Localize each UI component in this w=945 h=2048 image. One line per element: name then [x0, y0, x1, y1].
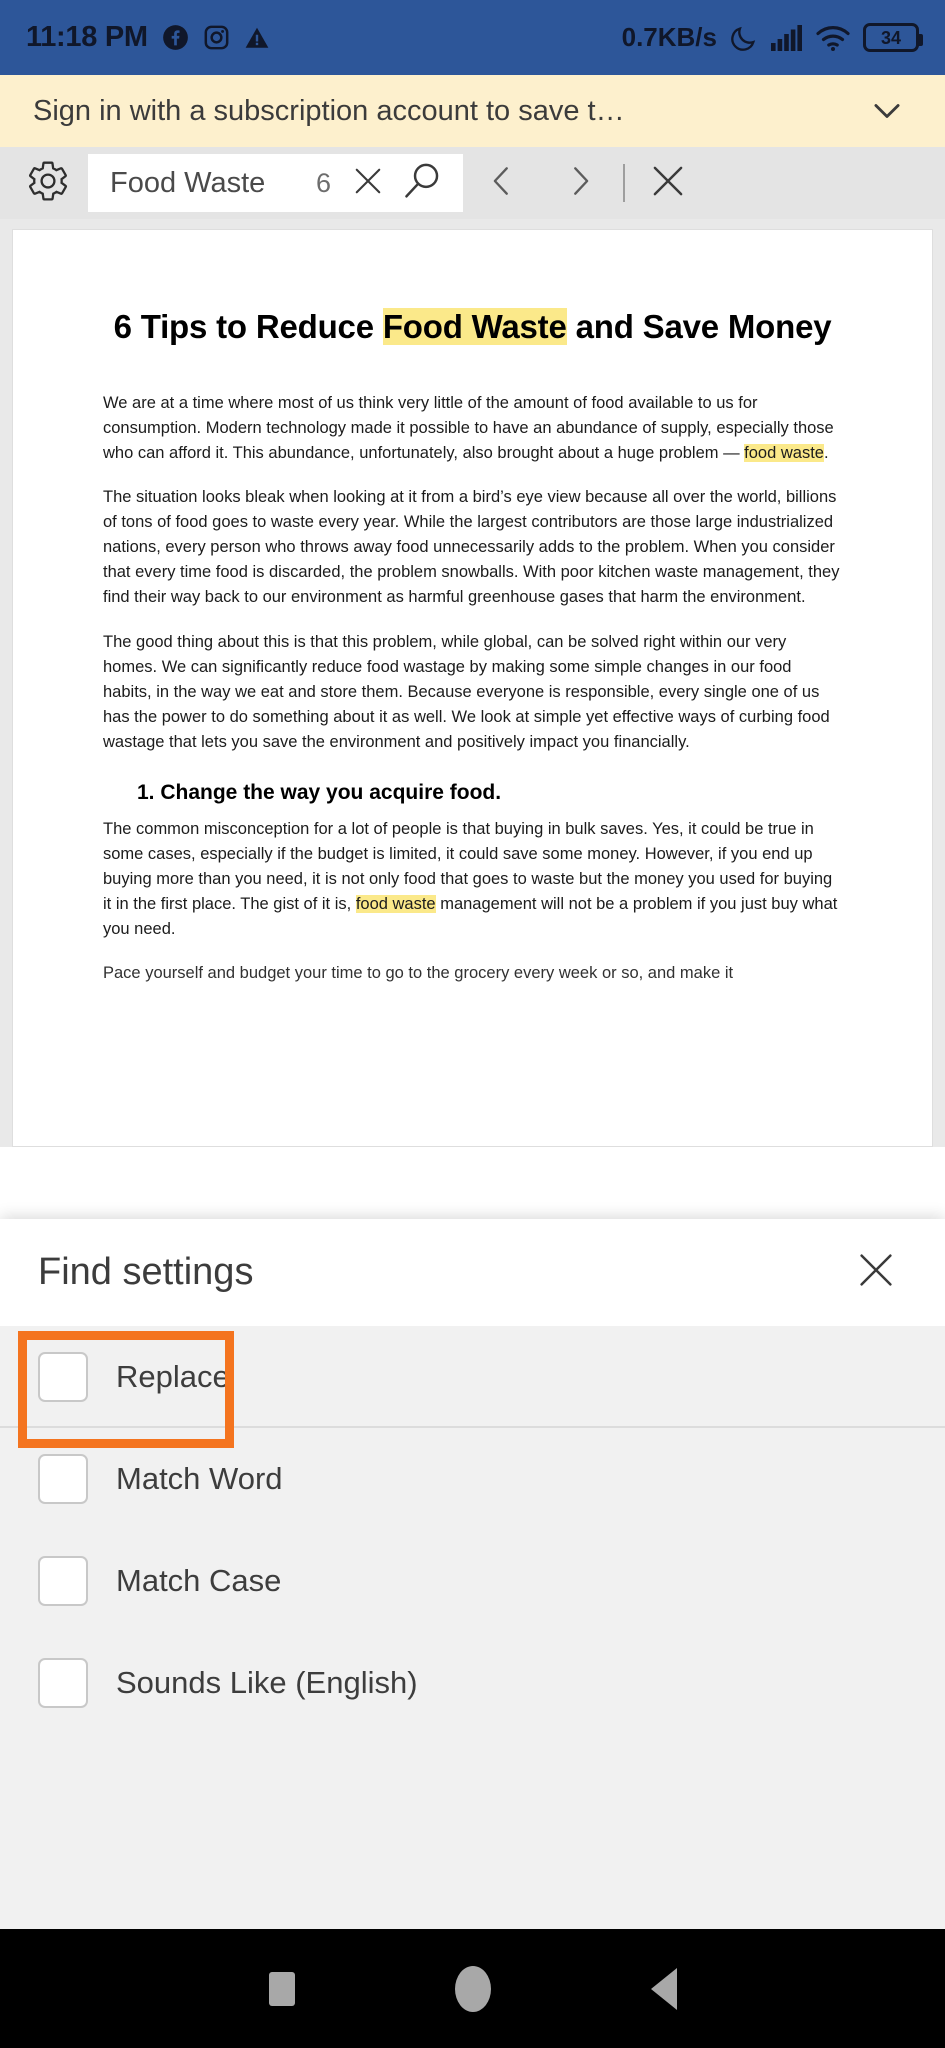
status-bar-right: 0.7KB/s 34 — [621, 22, 923, 53]
search-submit-button[interactable] — [393, 154, 451, 212]
search-input-value: Food Waste — [110, 166, 266, 199]
close-find-button[interactable] — [631, 149, 705, 217]
checkbox-match-case[interactable] — [38, 1556, 88, 1606]
paragraph-text-post: . — [823, 444, 829, 463]
close-icon — [350, 163, 386, 204]
option-match-word[interactable]: Match Word — [0, 1428, 945, 1530]
option-match-case[interactable]: Match Case — [0, 1530, 945, 1632]
search-input[interactable]: Food Waste 6 — [88, 154, 463, 212]
document-paragraph: The good thing about this is that this p… — [103, 630, 842, 755]
document-paragraph-cutoff: Pace yourself and budget your time to go… — [103, 964, 734, 983]
checkbox-match-word[interactable] — [38, 1454, 88, 1504]
close-icon — [647, 160, 689, 207]
option-label: Match Case — [116, 1563, 282, 1598]
status-bar-left: 11:18 PM — [26, 21, 270, 54]
document-title-part1: 6 Tips to Reduce — [113, 308, 383, 345]
paragraph-highlight: food waste — [355, 895, 436, 914]
checkbox-sounds-like[interactable] — [38, 1658, 88, 1708]
status-bar: 11:18 PM 0.7KB/s 34 — [0, 0, 945, 75]
signin-banner-text: Sign in with a subscription account to s… — [33, 94, 625, 127]
option-sounds-like[interactable]: Sounds Like (English) — [0, 1632, 945, 1734]
document-title-highlight: Food Waste — [382, 308, 567, 345]
toolbar-divider — [623, 164, 625, 202]
square-icon[interactable] — [268, 1971, 295, 2006]
network-speed-label: 0.7KB/s — [621, 22, 717, 52]
document-title-part2: and Save Money — [566, 308, 832, 345]
android-navigation-bar — [0, 1929, 945, 2048]
chevron-right-icon — [561, 162, 599, 205]
signin-banner[interactable]: Sign in with a subscription account to s… — [0, 75, 945, 147]
paragraph-text: The situation looks bleak when looking a… — [103, 488, 840, 607]
signal-icon — [771, 24, 803, 51]
chevron-left-icon — [483, 162, 521, 205]
magnifier-icon — [400, 159, 444, 208]
status-bar-clock: 11:18 PM — [26, 21, 148, 53]
close-find-settings-button[interactable] — [845, 1242, 907, 1304]
checkbox-replace[interactable] — [38, 1352, 88, 1402]
find-settings-options: Replace Match Word Match Case Sounds Lik… — [0, 1326, 945, 1929]
find-toolbar: Food Waste 6 — [0, 147, 945, 219]
facebook-icon — [162, 24, 189, 51]
option-label: Match Word — [116, 1461, 283, 1496]
instagram-icon — [203, 24, 230, 51]
document-paragraph: We are at a time where most of us think … — [103, 391, 842, 466]
paragraph-highlight: food waste — [744, 444, 824, 463]
document-title: 6 Tips to Reduce Food Waste and Save Mon… — [103, 308, 842, 347]
find-settings-header: Find settings — [0, 1219, 945, 1326]
document-viewport[interactable]: 6 Tips to Reduce Food Waste and Save Mon… — [0, 219, 945, 1147]
match-count-label: 6 — [315, 167, 331, 198]
triangle-back-icon[interactable] — [650, 1967, 677, 2010]
option-label: Sounds Like (English) — [116, 1665, 418, 1700]
document-paragraph: The common misconception for a lot of pe… — [103, 817, 842, 942]
find-next-button[interactable] — [541, 149, 619, 217]
find-settings-sheet: Find settings Replace Match Word Match C… — [0, 1219, 945, 1929]
find-settings-button[interactable] — [14, 149, 82, 217]
close-icon — [853, 1247, 899, 1298]
battery-icon: 34 — [863, 23, 923, 52]
chevron-down-icon[interactable] — [862, 86, 912, 136]
option-replace[interactable]: Replace — [0, 1326, 945, 1428]
paragraph-text: We are at a time where most of us think … — [103, 393, 834, 463]
wifi-icon — [816, 25, 850, 51]
document-heading: 1. Change the way you acquire food. — [137, 780, 502, 804]
clear-search-button[interactable] — [343, 158, 393, 208]
find-settings-title: Find settings — [38, 1251, 254, 1293]
gear-icon — [26, 159, 70, 208]
document-page: 6 Tips to Reduce Food Waste and Save Mon… — [12, 229, 933, 1147]
find-previous-button[interactable] — [463, 149, 541, 217]
document-paragraph: The situation looks bleak when looking a… — [103, 485, 842, 610]
circle-icon[interactable] — [454, 1965, 491, 2012]
paragraph-text: The good thing about this is that this p… — [103, 632, 830, 751]
warning-icon — [244, 25, 270, 51]
moon-icon — [730, 24, 758, 52]
battery-level-label: 34 — [880, 27, 902, 48]
option-label: Replace — [116, 1359, 230, 1394]
